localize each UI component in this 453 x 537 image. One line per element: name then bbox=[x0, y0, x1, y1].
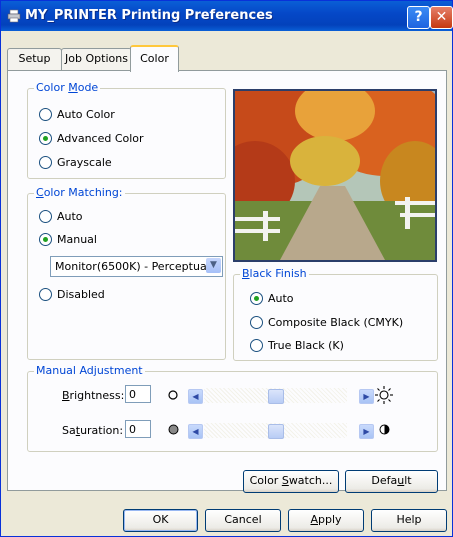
window-title: MY_PRINTER Printing Preferences bbox=[25, 8, 273, 23]
tab-color[interactable]: Color bbox=[130, 45, 179, 72]
color-preview-image bbox=[233, 89, 437, 262]
brightness-increase-button[interactable]: ▶ bbox=[359, 389, 374, 404]
black-finish-legend: Black Finish bbox=[240, 267, 309, 280]
ok-button[interactable]: OK bbox=[123, 509, 198, 532]
tab-job-options[interactable]: Job Options bbox=[61, 48, 132, 70]
black-auto-radio[interactable]: Auto bbox=[250, 292, 294, 305]
brightness-label: Brightness: bbox=[62, 389, 125, 402]
default-button[interactable]: Default bbox=[345, 470, 438, 493]
color-matching-legend: Color Matching: bbox=[34, 186, 125, 199]
saturation-value-field[interactable]: 0 bbox=[125, 420, 151, 438]
true-black-radio[interactable]: True Black (K) bbox=[250, 339, 344, 352]
radio-indicator bbox=[39, 210, 52, 223]
saturation-increase-button[interactable]: ▶ bbox=[359, 424, 374, 439]
radio-indicator bbox=[39, 108, 52, 121]
advanced-color-radio[interactable]: Advanced Color bbox=[39, 132, 144, 145]
title-bar[interactable]: MY_PRINTER Printing Preferences ? ✕ bbox=[1, 1, 453, 31]
close-button[interactable]: ✕ bbox=[430, 6, 453, 29]
brightness-slider-thumb[interactable] bbox=[267, 389, 284, 404]
radio-indicator bbox=[39, 132, 52, 145]
color-mode-legend: Color Mode bbox=[34, 81, 101, 94]
color-swatch-button[interactable]: Color Swatch... bbox=[243, 470, 339, 493]
tab-setup[interactable]: Setup bbox=[7, 48, 62, 70]
low-saturation-icon bbox=[168, 424, 179, 435]
saturation-label: Saturation: bbox=[62, 424, 124, 437]
radio-indicator bbox=[250, 339, 263, 352]
manual-adjustment-group: Manual Adjustment bbox=[27, 364, 438, 452]
matching-manual-radio[interactable]: Manual bbox=[39, 233, 97, 246]
matching-auto-radio[interactable]: Auto bbox=[39, 210, 83, 223]
matching-disabled-radio[interactable]: Disabled bbox=[39, 288, 105, 301]
brightness-value-field[interactable]: 0 bbox=[125, 385, 151, 403]
grayscale-radio[interactable]: Grayscale bbox=[39, 156, 112, 169]
cancel-button[interactable]: Cancel bbox=[205, 509, 281, 532]
apply-button[interactable]: Apply bbox=[288, 509, 364, 532]
help-title-button[interactable]: ? bbox=[407, 6, 430, 29]
high-saturation-icon bbox=[379, 424, 390, 435]
composite-black-radio[interactable]: Composite Black (CMYK) bbox=[250, 316, 403, 329]
chevron-down-icon[interactable]: ▼ bbox=[206, 258, 221, 273]
color-profile-select[interactable]: Monitor(6500K) - Perceptual ▼ bbox=[50, 256, 223, 277]
radio-indicator bbox=[39, 288, 52, 301]
help-button[interactable]: Help bbox=[371, 509, 447, 532]
radio-indicator bbox=[250, 316, 263, 329]
printer-icon bbox=[7, 9, 21, 23]
auto-color-radio[interactable]: Auto Color bbox=[39, 108, 115, 121]
radio-indicator bbox=[39, 233, 52, 246]
saturation-slider-thumb[interactable] bbox=[267, 424, 284, 439]
manual-adjustment-legend: Manual Adjustment bbox=[34, 364, 145, 377]
sun-icon bbox=[375, 386, 393, 404]
low-brightness-icon bbox=[168, 390, 178, 400]
brightness-decrease-button[interactable]: ◀ bbox=[188, 389, 203, 404]
radio-indicator bbox=[250, 292, 263, 305]
radio-indicator bbox=[39, 156, 52, 169]
saturation-decrease-button[interactable]: ◀ bbox=[188, 424, 203, 439]
color-profile-value: Monitor(6500K) - Perceptual bbox=[55, 260, 210, 273]
